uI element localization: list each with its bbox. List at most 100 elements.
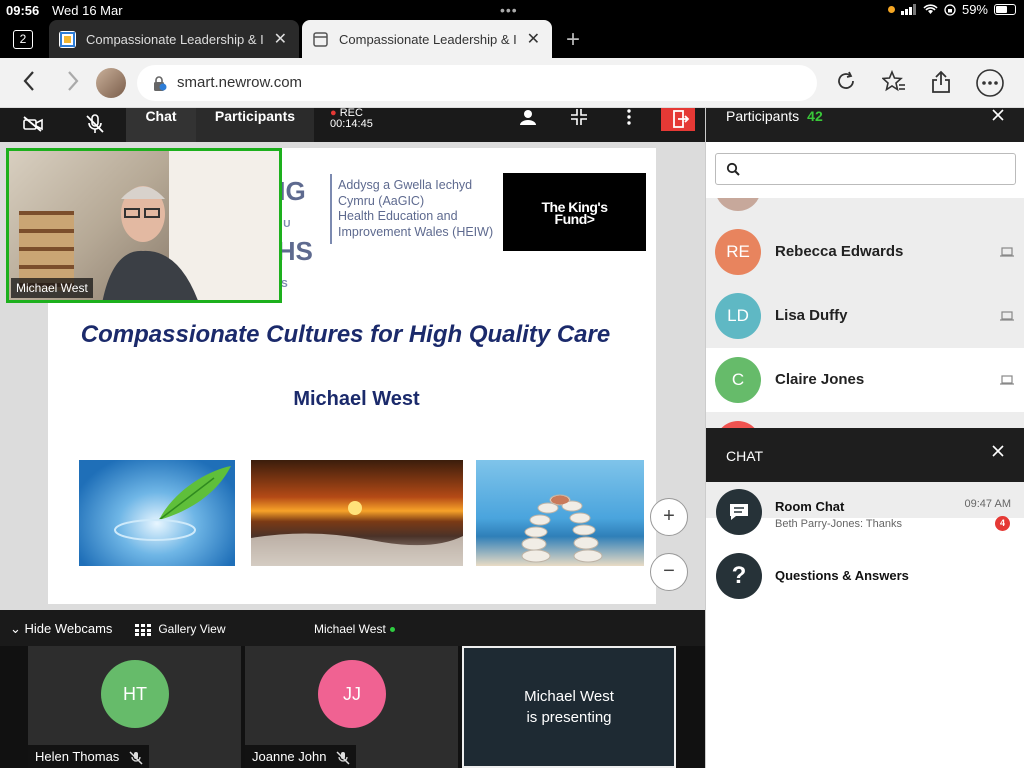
presenting-tile[interactable]: Michael West is presenting xyxy=(462,646,676,768)
webcam-name: Helen Thomas xyxy=(35,749,120,765)
chat-item-title: Room Chat xyxy=(775,499,845,514)
more-horizontal-icon xyxy=(976,69,1004,97)
exit-fullscreen-button[interactable] xyxy=(570,108,588,126)
side-panel: Participants 42 RE Rebecca Edwards LD Lis… xyxy=(705,108,1024,768)
tab-participants[interactable]: Participants xyxy=(196,108,314,142)
avatar: C xyxy=(715,357,761,403)
water-drop-leaf-image xyxy=(79,460,235,566)
participant-row[interactable]: C Claire Jones xyxy=(706,348,1024,412)
participant-search-input[interactable] xyxy=(715,153,1016,185)
close-participants-button[interactable] xyxy=(991,108,1005,122)
logo-divider xyxy=(330,174,332,244)
status-bar: 09:56 Wed 16 Mar ••• 59% xyxy=(0,0,1024,20)
tab-switcher-button[interactable]: 2 xyxy=(13,30,33,49)
back-button[interactable] xyxy=(22,70,36,92)
new-tab-button[interactable]: + xyxy=(566,26,580,54)
logo-line: Health Education and xyxy=(338,209,458,223)
presenter-icon xyxy=(520,110,536,125)
status-time: 09:56 xyxy=(6,3,40,18)
more-menu-button[interactable] xyxy=(974,69,1006,97)
multitasking-dots-icon[interactable]: ••• xyxy=(500,2,518,18)
zoom-in-button[interactable]: + xyxy=(650,498,688,536)
gallery-view-label: Gallery View xyxy=(158,622,226,636)
hide-webcams-button[interactable]: ⌄ Hide Webcams xyxy=(10,621,112,637)
leave-session-button[interactable] xyxy=(661,108,695,131)
close-chat-button[interactable] xyxy=(991,444,1005,458)
active-speaker-name: Michael West xyxy=(314,622,386,636)
unread-badge: 4 xyxy=(995,516,1010,531)
chat-item-last-message: Beth Parry-Jones: Thanks xyxy=(775,518,902,530)
close-tab-icon[interactable]: ✕ xyxy=(274,29,287,49)
avatar xyxy=(715,198,761,211)
speaker-webcam[interactable]: Michael West xyxy=(6,148,282,303)
orientation-lock-icon xyxy=(944,3,956,16)
question-mark-icon: ? xyxy=(716,553,762,599)
star-list-icon xyxy=(882,70,905,92)
webcam-name: Joanne John xyxy=(252,749,327,765)
participant-name: Rebecca Edwards xyxy=(775,243,904,260)
room-chat-item[interactable]: Room Chat Beth Parry-Jones: Thanks 09:47… xyxy=(706,489,1024,549)
active-speaker-label: Michael West xyxy=(314,622,395,636)
speaker-name-label: Michael West xyxy=(11,278,93,298)
collapse-icon xyxy=(571,109,587,125)
browser-tab-1[interactable]: Compassionate Leadership & I ✕ xyxy=(49,20,299,58)
webcam-tile[interactable]: JJ Joanne John xyxy=(245,646,458,768)
laptop-icon xyxy=(1000,375,1014,385)
logo-line: Improvement Wales (HEIW) xyxy=(338,224,494,239)
search-icon xyxy=(726,162,740,176)
chat-bubble-icon xyxy=(716,489,762,535)
status-indicators: 59% xyxy=(887,2,1016,17)
profile-avatar[interactable] xyxy=(96,68,126,98)
presenting-status: is presenting xyxy=(526,709,612,726)
gallery-view-button[interactable]: Gallery View xyxy=(135,622,225,636)
zoom-out-button[interactable]: − xyxy=(650,553,688,591)
close-icon xyxy=(992,445,1004,457)
participant-row[interactable]: LD Lisa Duffy xyxy=(706,284,1024,348)
presenting-name: Michael West xyxy=(524,688,614,705)
participant-name: Lisa Duffy xyxy=(775,307,848,324)
participants-header: Participants 42 xyxy=(706,108,1024,142)
more-options-button[interactable] xyxy=(626,108,632,126)
webcam-tile[interactable]: HT Helen Thomas xyxy=(28,646,241,768)
close-tab-icon[interactable]: ✕ xyxy=(527,29,540,49)
browser-tab-bar: 2 Compassionate Leadership & I ✕ Compass… xyxy=(0,20,1024,58)
hide-webcams-label: Hide Webcams xyxy=(24,621,113,636)
wifi-icon xyxy=(923,4,938,14)
camera-off-icon xyxy=(23,116,43,132)
mic-muted-icon xyxy=(336,751,350,765)
slide-title: Compassionate Cultures for High Quality … xyxy=(80,321,611,348)
more-vertical-icon xyxy=(627,109,631,125)
newrow-favicon-icon xyxy=(59,31,76,48)
raise-hand-button[interactable] xyxy=(518,108,538,126)
questions-answers-item[interactable]: ? Questions & Answers xyxy=(706,553,1024,613)
logo-line: Addysg a Gwella Iechyd xyxy=(338,178,473,192)
participant-count: 42 xyxy=(807,108,823,124)
share-button[interactable] xyxy=(930,70,952,94)
forward-button[interactable] xyxy=(66,70,80,92)
tab-chat[interactable]: Chat xyxy=(126,108,196,142)
rec-timer: 00:14:45 xyxy=(330,118,373,130)
browser-tab-title: Compassionate Leadership & I xyxy=(86,32,264,47)
kings-fund-logo-line: Fund> xyxy=(554,211,595,227)
reload-icon xyxy=(838,71,854,89)
browser-tab-2[interactable]: Compassionate Leadership & I ✕ xyxy=(302,20,552,58)
mic-off-button[interactable] xyxy=(86,114,104,134)
participant-row[interactable]: RE Rebecca Edwards xyxy=(706,220,1024,284)
browser-tab-title: Compassionate Leadership & I xyxy=(339,32,517,47)
page-icon xyxy=(312,31,329,48)
mic-muted-icon xyxy=(129,751,143,765)
chevron-down-icon: ⌄ xyxy=(10,621,21,636)
site-security-icon[interactable] xyxy=(151,75,167,92)
webcam-strip: HT Helen Thomas JJ Joanne John Michael W… xyxy=(0,646,705,768)
mic-off-icon xyxy=(86,114,104,133)
exit-door-icon xyxy=(673,110,690,128)
reload-button[interactable] xyxy=(835,70,857,92)
camera-off-button[interactable] xyxy=(23,116,43,132)
favorites-button[interactable] xyxy=(882,70,906,92)
meeting-area: Chat Participants ● REC 00:14:45 GIG YMR… xyxy=(0,108,705,768)
chevron-right-icon xyxy=(68,71,79,91)
address-bar[interactable]: smart.newrow.com xyxy=(137,65,817,101)
chat-item-time: 09:47 AM xyxy=(964,498,1011,510)
participant-row[interactable] xyxy=(706,198,1024,220)
slide-author: Michael West xyxy=(293,388,420,410)
